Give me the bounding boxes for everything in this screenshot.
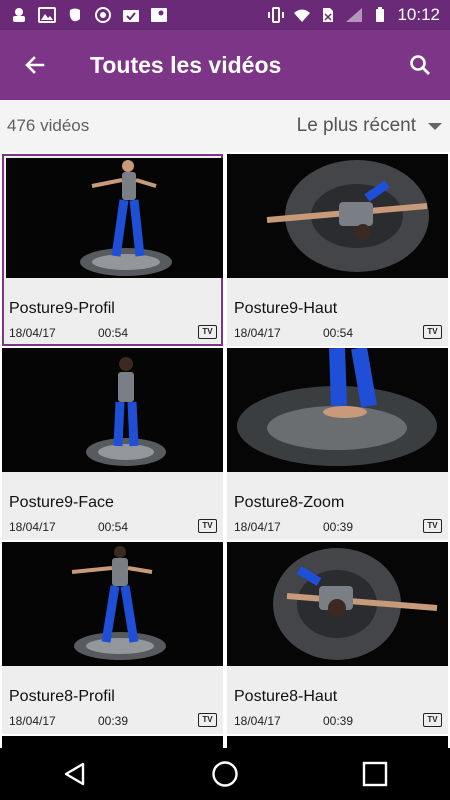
nav-recents-button[interactable]: [345, 748, 405, 800]
circle-home-icon: [212, 761, 238, 787]
page-title: Toutes les vidéos: [90, 51, 282, 78]
triangle-back-icon: [64, 762, 85, 786]
video-card[interactable]: [2, 736, 223, 748]
video-thumbnail: [227, 542, 448, 666]
video-count: 476 vidéos: [7, 116, 90, 135]
image-icon: [38, 7, 56, 23]
video-thumbnail: [2, 736, 223, 748]
dropdown-arrow-icon: [428, 122, 442, 130]
sort-label: Le plus récent: [296, 115, 416, 136]
video-title: Posture9-Face: [9, 494, 114, 511]
tv-icon: TV: [198, 325, 217, 339]
video-card[interactable]: [227, 736, 448, 748]
arrow-left-icon: [25, 56, 45, 74]
vibrate-icon: [268, 7, 285, 23]
video-date: 18/04/17: [234, 714, 281, 728]
no-sim-icon: [323, 8, 334, 22]
signal-icon: [346, 8, 363, 22]
tv-icon: TV: [198, 713, 217, 727]
app-bar: Toutes les vidéos: [0, 30, 450, 100]
check-icon: [123, 10, 139, 22]
video-date: 18/04/17: [9, 714, 56, 728]
video-duration: 00:39: [323, 714, 354, 728]
nav-back-button[interactable]: [45, 748, 105, 800]
sort-dropdown[interactable]: Le plus récent: [297, 115, 450, 137]
video-card[interactable]: Posture9-Haut 18/04/17 00:54 TV: [227, 154, 448, 346]
tv-icon: TV: [423, 325, 442, 339]
video-date: 18/04/17: [234, 520, 281, 534]
video-thumbnail: [227, 348, 448, 472]
notification-icon: [13, 8, 25, 22]
video-title: Posture8-Profil: [9, 688, 115, 705]
nav-home-button[interactable]: [195, 748, 255, 800]
video-thumbnail: [6, 158, 223, 278]
map-icon: [151, 8, 167, 22]
battery-icon: [376, 7, 385, 22]
status-bar: 10:12: [0, 0, 450, 30]
video-duration: 00:54: [98, 326, 129, 340]
list-header: 476 vidéos Le plus récent: [0, 100, 450, 152]
square-recents-icon: [362, 761, 388, 787]
video-thumbnail: [227, 736, 448, 748]
video-card[interactable]: Posture9-Profil 18/04/17 00:54 TV: [2, 154, 223, 346]
dolphin-icon: [95, 7, 111, 23]
status-time: 10:12: [397, 5, 440, 24]
navigation-bar: [0, 748, 450, 800]
video-thumbnail: [2, 348, 223, 472]
video-card[interactable]: Posture9-Face 18/04/17 00:54 TV: [2, 348, 223, 540]
video-card[interactable]: Posture8-Haut 18/04/17 00:39 TV: [227, 542, 448, 734]
video-title: Posture9-Profil: [9, 300, 115, 317]
tv-icon: TV: [423, 519, 442, 533]
video-duration: 00:39: [323, 520, 354, 534]
video-title: Posture8-Haut: [234, 688, 338, 705]
tv-icon: TV: [198, 519, 217, 533]
video-duration: 00:54: [323, 326, 354, 340]
video-card[interactable]: Posture8-Zoom 18/04/17 00:39 TV: [227, 348, 448, 540]
search-icon: [410, 55, 430, 75]
search-button[interactable]: [390, 30, 450, 100]
video-thumbnail: [2, 542, 223, 666]
video-card[interactable]: Posture8-Profil 18/04/17 00:39 TV: [2, 542, 223, 734]
back-button[interactable]: [0, 30, 70, 100]
video-title: Posture8-Zoom: [234, 494, 345, 511]
evernote-icon: [69, 8, 80, 22]
video-date: 18/04/17: [9, 520, 56, 534]
video-thumbnail: [227, 154, 448, 278]
video-duration: 00:39: [98, 714, 129, 728]
video-title: Posture9-Haut: [234, 300, 338, 317]
wifi-icon: [294, 9, 311, 22]
video-date: 18/04/17: [9, 326, 56, 340]
video-grid[interactable]: Posture9-Profil 18/04/17 00:54 TV Postur…: [0, 152, 450, 748]
video-duration: 00:54: [98, 520, 129, 534]
tv-icon: TV: [423, 713, 442, 727]
video-date: 18/04/17: [234, 326, 281, 340]
